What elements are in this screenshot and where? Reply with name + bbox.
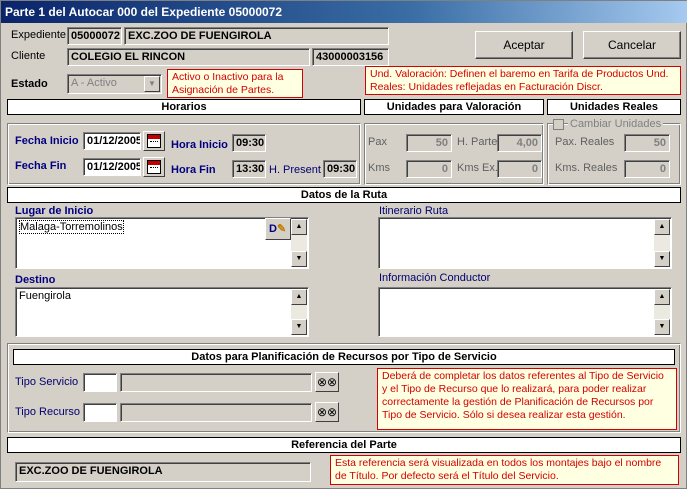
valoracion-title: Unidades para Valoración: [386, 101, 522, 113]
tipo-servicio-search-button[interactable]: ⊗⊗: [315, 372, 339, 392]
referencia-header: Referencia del Parte: [7, 437, 681, 453]
dialog-window: Parte 1 del Autocar 000 del Expediente 0…: [0, 0, 687, 489]
itinerario-label: Itinerario Ruta: [379, 205, 449, 217]
destino-label: Destino: [15, 274, 56, 286]
accept-button-label: Aceptar: [503, 38, 545, 52]
tipo-servicio-desc-field: [120, 373, 312, 392]
referencia-title: Referencia del Parte: [291, 439, 397, 451]
h-present-label: H. Present: [269, 164, 321, 176]
cambiar-unidades-label: Cambiar Unidades: [568, 118, 664, 130]
reales-header: Unidades Reales: [547, 99, 681, 115]
reales-title: Unidades Reales: [569, 101, 659, 113]
scroll-up-icon[interactable]: ▲: [654, 289, 670, 305]
estado-value: A - Activo: [71, 77, 117, 89]
scroll-down-icon[interactable]: ▼: [291, 319, 307, 335]
h-present-field[interactable]: 09:30: [323, 160, 357, 178]
chevron-down-icon[interactable]: ▼: [144, 76, 160, 92]
planificacion-header: Datos para Planificación de Recursos por…: [13, 349, 675, 365]
destino-scrollbar[interactable]: ▲ ▼: [291, 289, 307, 335]
pax-label: Pax: [368, 136, 387, 148]
destino-textarea[interactable]: Fuengirola ▲ ▼: [15, 287, 309, 337]
estado-note: Activo o Inactivo para la Asignación de …: [167, 69, 303, 98]
h-parte-label: H. Parte: [457, 136, 498, 148]
tipo-servicio-label: Tipo Servicio: [15, 376, 79, 388]
hora-inicio-field[interactable]: 09:30: [232, 134, 266, 152]
conductor-textarea[interactable]: ▲ ▼: [378, 287, 672, 337]
fecha-fin-calendar-button[interactable]: [143, 157, 165, 177]
lugar-inicio-value: Malaga-Torremolinos: [19, 220, 124, 234]
horarios-header: Horarios: [7, 99, 361, 115]
h-parte-field[interactable]: 4,00: [497, 134, 542, 152]
cambiar-unidades-checkbox[interactable]: [553, 119, 564, 130]
scroll-down-icon[interactable]: ▼: [291, 251, 307, 267]
kms-reales-label: Kms. Reales: [555, 162, 618, 174]
fecha-inicio-label: Fecha Inicio: [15, 135, 79, 147]
destino-value: Fuengirola: [19, 290, 71, 302]
cliente-label: Cliente: [11, 50, 46, 62]
pax-reales-label: Pax. Reales: [555, 136, 615, 148]
cliente-code-field: 43000003156: [312, 48, 389, 66]
calendar-icon: [147, 160, 161, 174]
scroll-up-icon[interactable]: ▲: [291, 289, 307, 305]
fecha-fin-label: Fecha Fin: [15, 160, 67, 172]
valoracion-header: Unidades para Valoración: [364, 99, 544, 115]
hora-fin-field[interactable]: 13:30: [232, 160, 266, 178]
binoculars-icon: ⊗⊗: [316, 375, 338, 389]
fecha-inicio-calendar-button[interactable]: [143, 131, 165, 151]
pax-field[interactable]: 50: [406, 134, 452, 152]
expediente-code-field: 05000072: [67, 27, 122, 45]
cancel-button-label: Cancelar: [607, 38, 657, 52]
scroll-up-icon[interactable]: ▲: [291, 219, 307, 235]
tipo-recurso-desc-field: [120, 403, 312, 422]
edit-document-icon: D✎: [269, 223, 287, 235]
cancel-button[interactable]: Cancelar: [583, 31, 681, 59]
calendar-icon: [147, 134, 161, 148]
edit-lugar-button[interactable]: D✎: [265, 218, 291, 240]
accept-button[interactable]: Aceptar: [475, 31, 573, 59]
kms-ex-field[interactable]: 0: [497, 160, 542, 178]
itinerario-scrollbar[interactable]: ▲ ▼: [654, 219, 670, 267]
lugar-inicio-label: Lugar de Inicio: [15, 205, 94, 217]
tipo-recurso-code-field[interactable]: [83, 403, 117, 422]
kms-ex-label: Kms Ex.: [457, 162, 498, 174]
pax-reales-field[interactable]: 50: [624, 134, 670, 152]
scroll-down-icon[interactable]: ▼: [654, 251, 670, 267]
referencia-note: Esta referencia será visualizada en todo…: [330, 455, 679, 485]
tipo-recurso-label: Tipo Recurso: [15, 406, 81, 418]
horarios-title: Horarios: [161, 101, 207, 113]
kms-field[interactable]: 0: [406, 160, 452, 178]
cliente-name-field: COLEGIO EL RINCON: [67, 48, 310, 66]
hora-inicio-label: Hora Inicio: [171, 139, 228, 151]
hora-fin-label: Hora Fin: [171, 164, 216, 176]
fecha-inicio-field[interactable]: 01/12/2005: [83, 132, 141, 150]
expediente-label: Expediente: [11, 29, 67, 41]
expediente-name-field: EXC.ZOO DE FUENGIROLA: [124, 27, 389, 45]
tipo-recurso-search-button[interactable]: ⊗⊗: [315, 402, 339, 422]
scroll-up-icon[interactable]: ▲: [654, 219, 670, 235]
estado-label: Estado: [11, 78, 48, 90]
kms-reales-field[interactable]: 0: [624, 160, 670, 178]
units-note: Und. Valoración: Definen el baremo en Ta…: [365, 66, 681, 95]
fecha-fin-field[interactable]: 01/12/2005: [83, 158, 141, 176]
referencia-field[interactable]: EXC.ZOO DE FUENGIROLA: [15, 462, 311, 482]
planificacion-title: Datos para Planificación de Recursos por…: [191, 351, 497, 363]
estado-select[interactable]: A - Activo ▼: [67, 74, 162, 94]
window-title: Parte 1 del Autocar 000 del Expediente 0…: [1, 1, 687, 23]
planificacion-note: Deberá de completar los datos referentes…: [377, 368, 677, 430]
tipo-servicio-code-field[interactable]: [83, 373, 117, 392]
binoculars-icon: ⊗⊗: [316, 405, 338, 419]
conductor-label: Información Conductor: [379, 272, 491, 284]
ruta-header: Datos de la Ruta: [7, 187, 681, 203]
ruta-title: Datos de la Ruta: [300, 189, 388, 201]
scroll-down-icon[interactable]: ▼: [654, 319, 670, 335]
lugar-inicio-scrollbar[interactable]: ▲ ▼: [291, 219, 307, 267]
kms-label: Kms: [368, 162, 390, 174]
itinerario-textarea[interactable]: ▲ ▼: [378, 217, 672, 269]
conductor-scrollbar[interactable]: ▲ ▼: [654, 289, 670, 335]
